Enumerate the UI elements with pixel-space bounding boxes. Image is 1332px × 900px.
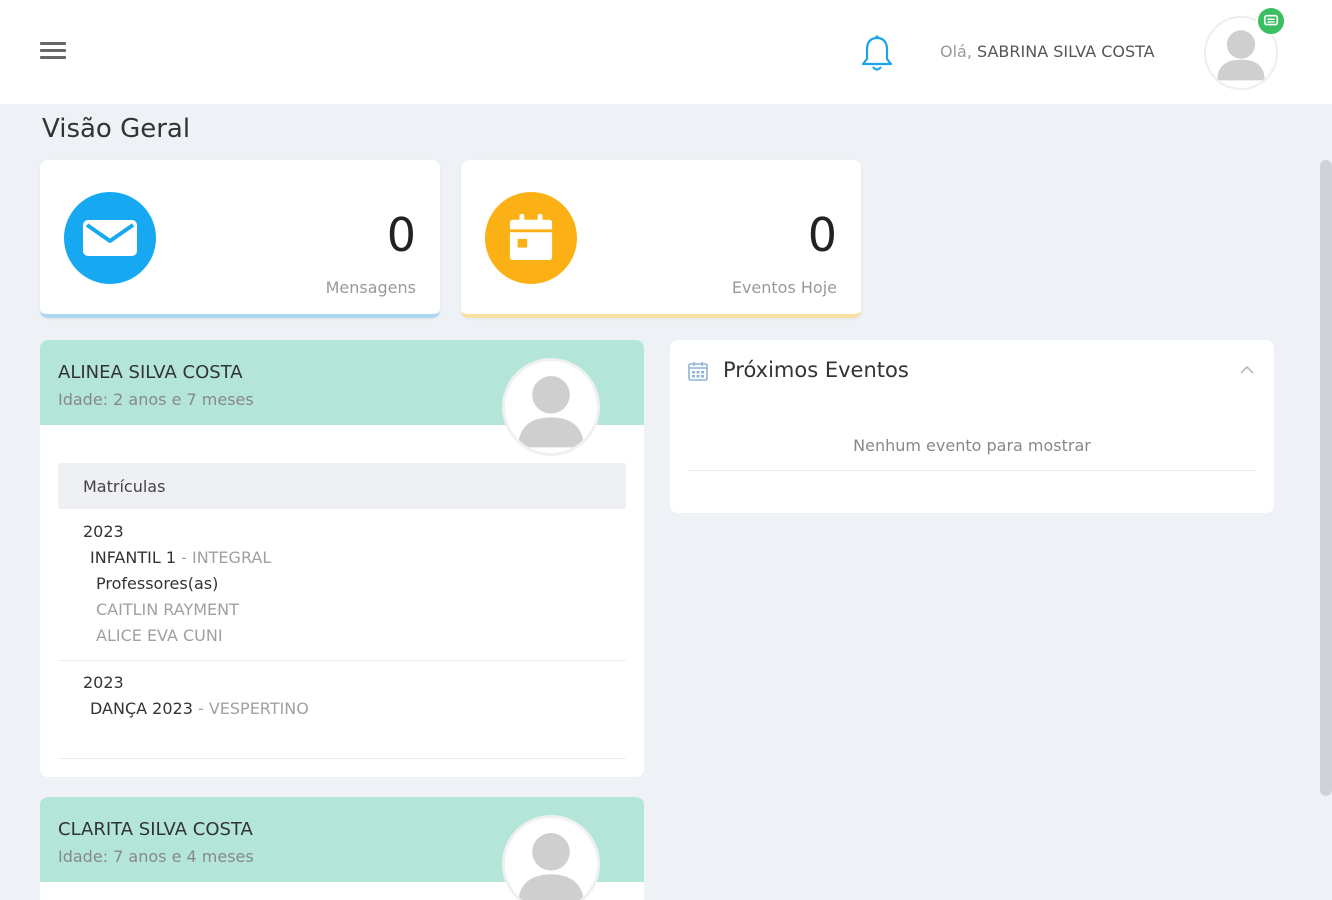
child-name: ALINEA SILVA COSTA — [58, 362, 243, 383]
messages-label: Mensagens — [325, 278, 416, 297]
child-avatar — [502, 358, 600, 456]
child-age: Idade: 2 anos e 7 meses — [58, 390, 254, 409]
calendar-icon — [485, 192, 577, 284]
enrollment-shift: - VESPERTINO — [197, 699, 309, 718]
enrollments-title: Matrículas — [83, 477, 166, 496]
events-today-count: 0 — [807, 208, 837, 262]
enrollment-class: DANÇA 2023 - VESPERTINO — [90, 699, 309, 718]
no-events-message: Nenhum evento para mostrar — [853, 436, 1091, 455]
greeting-prefix: Olá, — [940, 42, 972, 61]
enrollment-class: INFANTIL 1 - INTEGRAL — [90, 548, 271, 567]
enrollment-year: 2023 — [83, 522, 124, 541]
enrollment-class-name: INFANTIL 1 — [90, 548, 177, 567]
enrollment-divider — [58, 758, 626, 759]
chevron-up-icon[interactable] — [1238, 362, 1256, 376]
child-card: CLARITA SILVA COSTA Idade: 7 anos e 4 me… — [40, 797, 644, 900]
enrollments-header: Matrículas — [58, 463, 626, 509]
events-today-label: Eventos Hoje — [731, 278, 837, 297]
events-divider — [688, 470, 1256, 471]
enrollment-class-name: DANÇA 2023 — [90, 699, 193, 718]
chat-icon[interactable] — [1256, 6, 1286, 36]
calendar-icon — [687, 360, 709, 382]
top-bar: Olá, SABRINA SILVA COSTA — [0, 0, 1332, 104]
child-card: ALINEA SILVA COSTA Idade: 2 anos e 7 mes… — [40, 340, 644, 777]
teacher-name: ALICE EVA CUNI — [96, 626, 223, 645]
child-name: CLARITA SILVA COSTA — [58, 819, 253, 840]
messages-stat-card[interactable]: 0 Mensagens — [40, 160, 440, 318]
enrollment-shift: - INTEGRAL — [181, 548, 272, 567]
upcoming-events-card: Próximos Eventos Nenhum evento para most… — [670, 340, 1274, 513]
teacher-name: CAITLIN RAYMENT — [96, 600, 239, 619]
enrollment-divider — [58, 660, 626, 661]
scrollbar[interactable] — [1320, 160, 1332, 796]
hamburger-menu-icon[interactable] — [40, 38, 74, 66]
page-title: Visão Geral — [42, 114, 191, 144]
user-greeting: Olá, SABRINA SILVA COSTA — [940, 42, 1155, 61]
greeting-user-name: SABRINA SILVA COSTA — [977, 42, 1155, 61]
enrollment-year: 2023 — [83, 673, 124, 692]
messages-count: 0 — [386, 208, 416, 262]
envelope-icon — [64, 192, 156, 284]
teachers-label: Professores(as) — [96, 574, 219, 593]
events-today-stat-card[interactable]: 0 Eventos Hoje — [461, 160, 861, 318]
child-age: Idade: 7 anos e 4 meses — [58, 847, 254, 866]
notification-bell-icon[interactable] — [858, 34, 896, 74]
upcoming-events-title: Próximos Eventos — [723, 358, 909, 382]
